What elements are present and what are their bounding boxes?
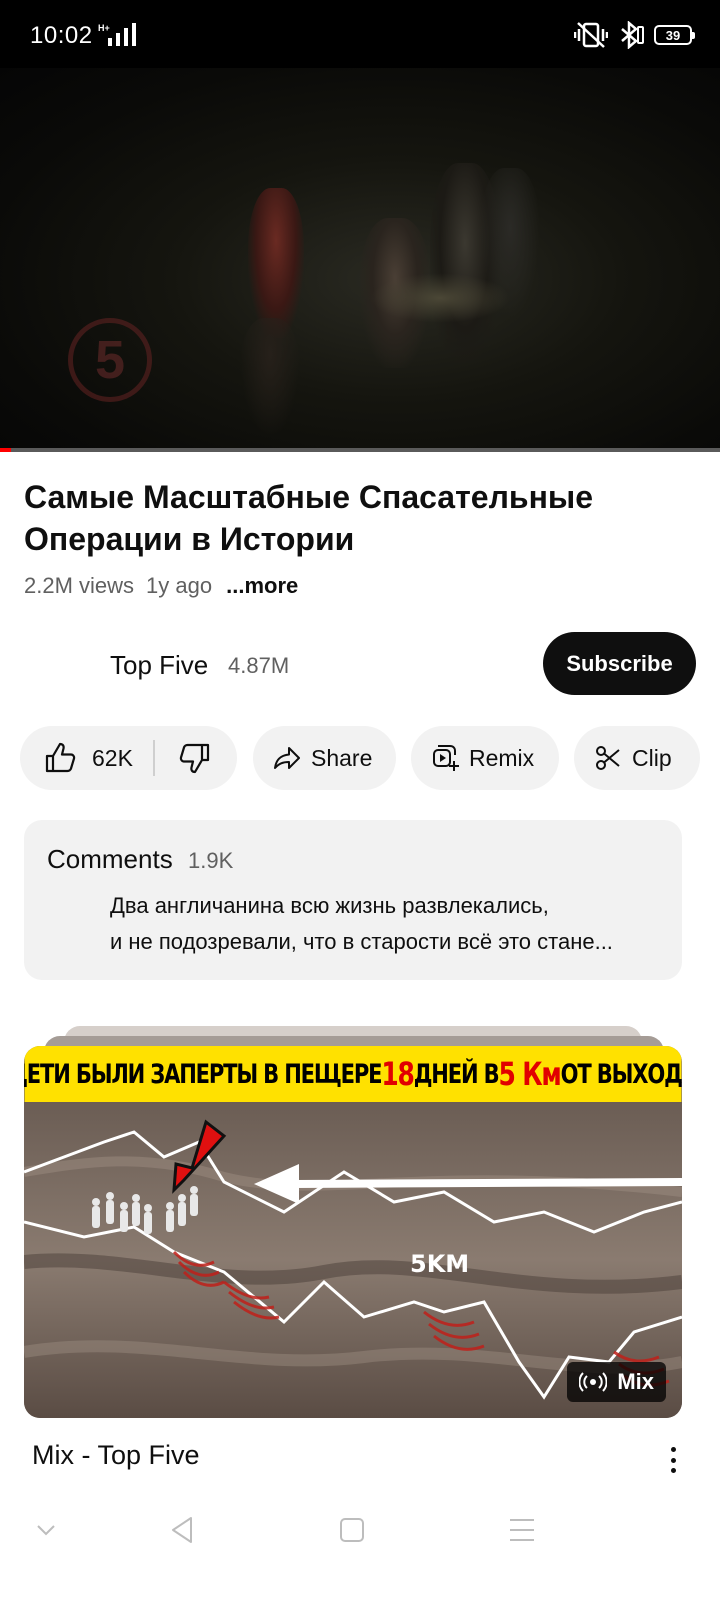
upload-age: 1y ago [146,573,213,598]
video-meta[interactable]: 2.2M views 1y ago ...more [24,573,298,599]
comment-preview: Два англичанина всю жизнь развлекались, … [110,888,670,960]
back-triangle-icon [172,1517,192,1543]
nav-back-button[interactable] [162,1510,202,1550]
channel-avatar[interactable] [32,638,88,694]
comment-line: и не подозревали, что в старости всё это… [110,929,613,954]
banner-text: ДЕТИ БЫЛИ ЗАПЕРТЫ В ПЕЩЕРЕ [24,1058,382,1090]
vibrate-off-icon [574,22,608,48]
status-icons: 39 [574,20,695,50]
clip-button[interactable]: Clip [574,726,700,790]
network-label: H+ [98,23,110,33]
share-label: Share [311,744,373,771]
system-nav-bar [0,1490,720,1600]
nav-home-button[interactable] [332,1510,372,1550]
nav-recents-button[interactable] [502,1510,542,1550]
thumbs-up-icon [45,742,76,773]
like-count: 62K [92,744,133,771]
comments-panel[interactable]: Comments 1.9K Два англичанина всю жизнь … [24,820,682,980]
comment-line: Два англичанина всю жизнь развлекались, [110,893,549,918]
banner-text: ОТ ВЫХОДА [560,1058,682,1090]
subscribe-button[interactable]: Subscribe [543,632,696,695]
more-options-icon[interactable] [662,1443,684,1477]
video-player[interactable]: 5 [0,68,720,452]
like-dislike-pill: 62K [20,726,237,790]
battery-icon: 39 [654,25,695,45]
mix-thumbnail[interactable]: ДЕТИ БЫЛИ ЗАПЕРТЫ В ПЕЩЕРЕ 18 ДНЕЙ В 5 К… [24,1046,682,1418]
video-figure [248,188,304,338]
remix-label: Remix [469,744,535,771]
share-arrow-icon [274,747,300,769]
comments-title: Comments [47,844,173,874]
scissors-icon [596,746,620,770]
clip-label: Clip [632,744,672,771]
thumbs-down-icon [179,743,210,774]
banner-number: 18 [381,1055,415,1093]
distance-label: 5KM [410,1250,469,1278]
dislike-button[interactable] [155,741,211,775]
mix-badge: Mix [567,1362,666,1402]
chevron-down-icon [37,1525,55,1536]
banner-text: ДНЕЙ В [413,1058,500,1090]
like-button[interactable]: 62K [20,741,133,775]
network-signal-icon: H+ [98,23,136,46]
video-figure [240,318,300,438]
subscriber-count: 4.87M [228,653,290,678]
comment-avatar [47,894,87,934]
mix-badge-label: Mix [617,1369,654,1394]
action-bar: 62K Share Remix Clip [20,726,720,790]
status-time: 10:02 [30,22,93,49]
nav-collapse-button[interactable] [26,1510,66,1550]
share-button[interactable]: Share [253,726,396,790]
view-count: 2.2M views [24,573,135,598]
light-glow [370,273,510,323]
remix-button[interactable]: Remix [411,726,559,790]
video-title[interactable]: Самые Масштабные Спасательные Операции в… [24,476,696,560]
broadcast-icon [579,1372,608,1392]
thumbnail-banner: ДЕТИ БЫЛИ ЗАПЕРТЫ В ПЕЩЕРЕ 18 ДНЕЙ В 5 К… [24,1046,682,1102]
mix-title[interactable]: Mix - Top Five [32,1440,200,1471]
progress-fill [0,448,11,452]
status-bar: 10:02 H+ 39 [0,0,720,68]
bluetooth-icon [621,21,644,49]
remix-icon [433,745,459,771]
channel-watermark: 5 [68,318,152,402]
more-link[interactable]: ...more [226,573,298,599]
comments-count: 1.9K [188,848,234,873]
banner-number: 5 Км [498,1055,561,1093]
progress-bar[interactable] [0,448,720,452]
channel-name[interactable]: Top Five [110,650,208,681]
channel-row[interactable]: Top Five 4.87M Subscribe [24,632,696,696]
menu-lines-icon [510,1519,534,1541]
home-square-icon [340,1518,364,1542]
